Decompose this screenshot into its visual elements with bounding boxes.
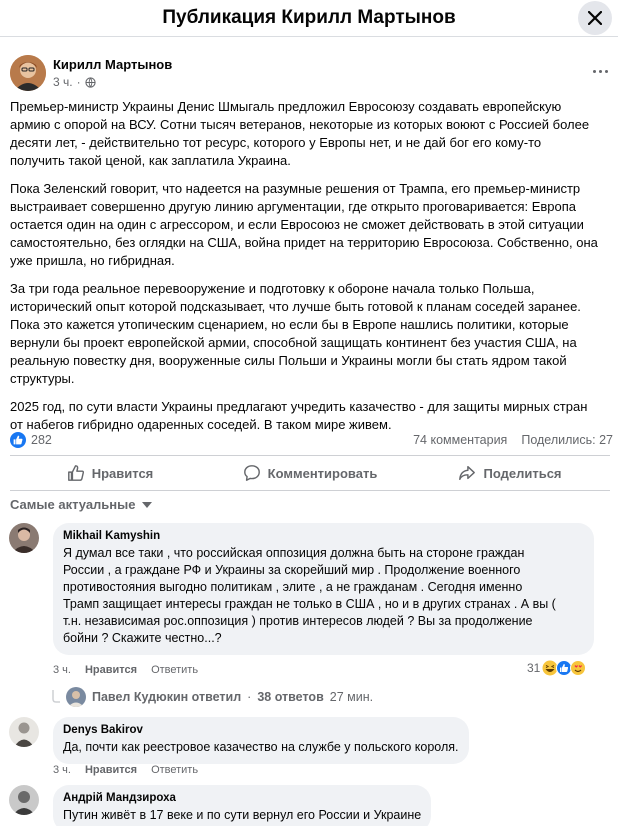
commenter-avatar[interactable] [9, 717, 39, 747]
comment-reactions[interactable]: 31 [527, 660, 587, 676]
comment-reply-button[interactable]: Ответить [151, 764, 198, 776]
post-time[interactable]: 3 ч. [53, 75, 73, 89]
comment-bubble: Mikhail Kamyshin Я думал все таки , что … [53, 523, 594, 655]
shares-count[interactable]: Поделились: 27 [521, 433, 613, 447]
like-count[interactable]: 282 [31, 433, 52, 447]
comment-text: Да, почти как реестровое казачество на с… [63, 740, 459, 754]
comment-sort-dropdown[interactable]: Самые актуальные [10, 497, 152, 512]
commenter-avatar[interactable] [9, 785, 39, 815]
comment-like-button[interactable]: Нравится [85, 764, 137, 776]
post-paragraph: Премьер-министр Украины Денис Шмыгаль пр… [10, 99, 590, 168]
commenter-avatar[interactable] [9, 523, 39, 553]
modal-header: Публикация Кирилл Мартынов [0, 0, 618, 37]
reply-author: Павел Кудюкин ответил [92, 690, 242, 704]
more-dots-icon [592, 69, 596, 73]
replies-count: 38 ответов [257, 690, 324, 704]
sort-label: Самые актуальные [10, 497, 136, 512]
like-reaction-icon[interactable] [10, 432, 26, 448]
commenter-name[interactable]: Андрій Мандзироха [63, 792, 421, 804]
post-actions: Нравится Комментировать Поделиться [10, 455, 610, 491]
comment-time[interactable]: 3 ч. [53, 664, 71, 676]
comment-bubble: Denys Bakirov Да, почти как реестровое к… [53, 717, 469, 764]
author-name[interactable]: Кирилл Мартынов [53, 57, 172, 72]
comment: Mikhail Kamyshin Я думал все таки , что … [9, 523, 613, 703]
post-paragraph: 2025 год, по сути власти Украины предлаг… [10, 399, 588, 432]
author-avatar[interactable] [10, 55, 46, 91]
comment-button[interactable]: Комментировать [210, 456, 410, 490]
comment-bubble: Андрій Мандзироха Путин живёт в 17 веке … [53, 785, 432, 826]
comment-text: Я думал все таки , что российская оппози… [63, 546, 556, 645]
comment-reply-button[interactable]: Ответить [151, 664, 198, 676]
like-button[interactable]: Нравится [10, 456, 210, 490]
post-paragraph: За три года реальное перевооружение и по… [10, 281, 581, 386]
comment-actions: 3 ч. Нравится Ответить [53, 764, 198, 776]
comment: Denys Bakirov Да, почти как реестровое к… [9, 717, 613, 779]
post-stats: 282 74 комментария Поделились: 27 [10, 432, 613, 450]
close-button[interactable] [578, 1, 612, 35]
post-paragraph: Пока Зеленский говорит, что надеется на … [10, 181, 598, 268]
comment-like-button[interactable]: Нравится [85, 664, 137, 676]
share-button-label: Поделиться [483, 465, 562, 481]
comment: Андрій Мандзироха Путин живёт в 17 веке … [9, 785, 613, 826]
caret-down-icon [141, 501, 152, 508]
commenter-name[interactable]: Denys Bakirov [63, 724, 459, 736]
globe-icon [84, 76, 96, 88]
post-body: Премьер-министр Украины Денис Шмыгаль пр… [10, 98, 610, 444]
commenter-name[interactable]: Mikhail Kamyshin [63, 530, 584, 542]
comment-icon [243, 465, 260, 481]
post-meta: 3 ч. · [53, 75, 96, 89]
close-icon [588, 11, 602, 25]
comment-actions: 3 ч. Нравится Ответить [53, 664, 198, 676]
post-options-button[interactable] [588, 62, 612, 80]
replier-avatar [66, 687, 86, 707]
comment-text: Путин живёт в 17 веке и по сути вернул е… [63, 808, 422, 822]
comment-time[interactable]: 3 ч. [53, 764, 71, 776]
reply-time: 27 мин. [329, 690, 374, 704]
comments-count[interactable]: 74 комментария [413, 433, 507, 447]
reply-arrow-icon [52, 690, 60, 703]
view-replies-link[interactable]: Павел Кудюкин ответил · 38 ответов 27 ми… [52, 687, 373, 707]
comment-button-label: Комментировать [267, 465, 378, 481]
reactions-count: 31 [527, 661, 541, 675]
share-button[interactable]: Поделиться [410, 456, 610, 490]
like-button-label: Нравится [91, 465, 154, 481]
modal-title: Публикация Кирилл Мартынов [162, 7, 456, 28]
love-emoji-icon [570, 660, 587, 676]
thumbs-up-icon [67, 465, 84, 481]
share-icon [459, 465, 476, 481]
post-header: Кирилл Мартынов 3 ч. · [10, 55, 610, 95]
